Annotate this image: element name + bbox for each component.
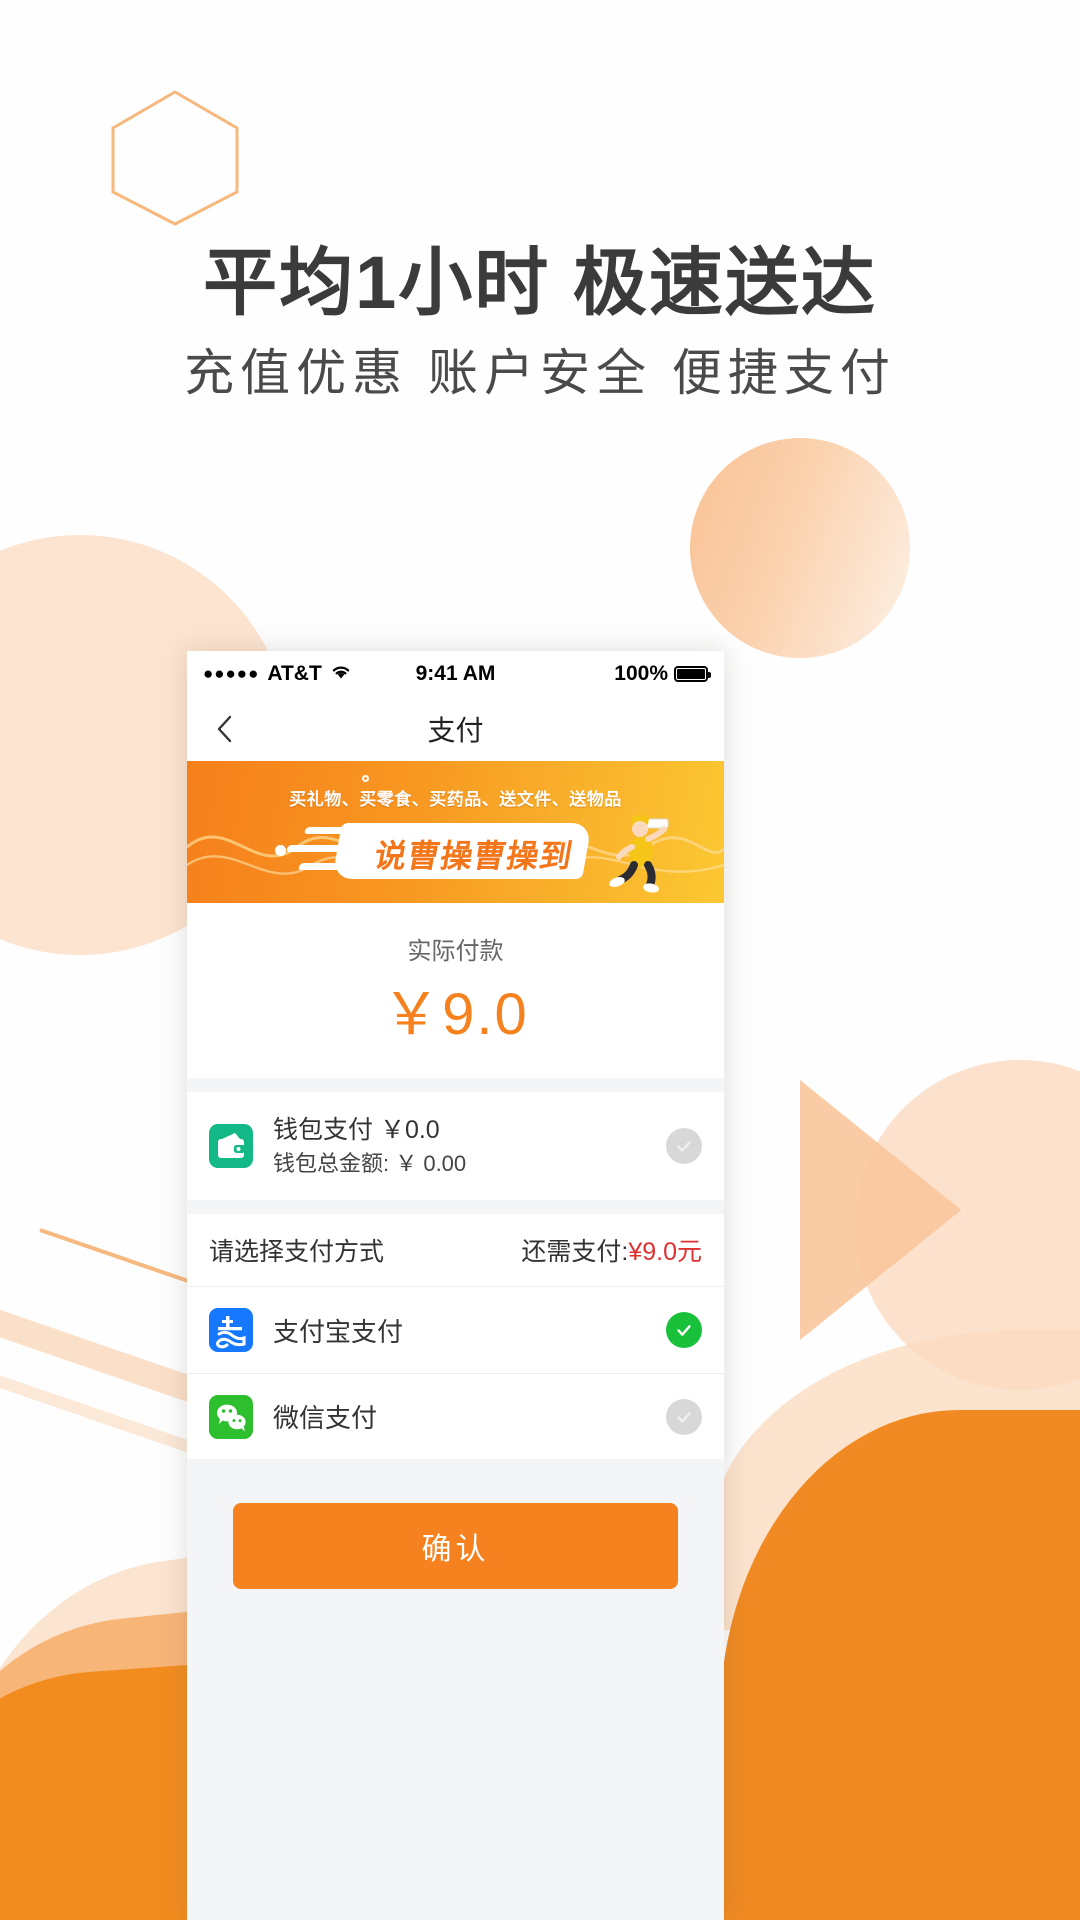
page-title: 支付 — [427, 715, 484, 746]
decor-circle-right — [690, 438, 910, 658]
amount-value: ￥9.0 — [382, 982, 529, 1047]
amount-label: 实际付款 — [407, 938, 504, 965]
check-icon — [677, 1141, 691, 1152]
hexagon-outline-decoration — [105, 88, 245, 228]
payment-methods-label: 请选择支付方式 — [209, 1238, 385, 1266]
chevron-left-icon — [217, 715, 232, 743]
wechat-checkbox[interactable] — [666, 1398, 702, 1435]
battery-percent-label: 100% — [614, 662, 668, 685]
battery-icon — [674, 666, 711, 682]
remaining-prefix: 还需支付: — [521, 1238, 629, 1266]
status-bar: ●●●●● AT&T 9:41 AM 100% — [187, 651, 724, 697]
payment-method-alipay[interactable]: 支付宝支付 — [187, 1287, 724, 1373]
banner-top-text: 买礼物、买零食、买药品、送文件、送物品 — [289, 790, 622, 809]
promo-subheadline: 充值优惠 账户安全 便捷支付 — [184, 345, 896, 401]
check-icon — [677, 1325, 691, 1336]
promo-banner[interactable]: 买礼物、买零食、买药品、送文件、送物品 说曹操曹操到 — [187, 761, 724, 903]
remaining-amount-group: 还需支付:¥9.0元 — [521, 1232, 702, 1268]
wechat-label: 微信支付 — [273, 1403, 378, 1433]
signal-dots-icon: ●●●●● — [203, 664, 260, 683]
payment-methods-header: 请选择支付方式 还需支付:¥9.0元 — [187, 1214, 724, 1287]
check-icon — [677, 1411, 691, 1423]
phone-mockup: ●●●●● AT&T 9:41 AM 100% 支付 买礼物、买零食、买药品、送… — [187, 651, 724, 1920]
confirm-button-area: 确认 — [187, 1459, 724, 1920]
back-button[interactable] — [209, 714, 239, 744]
section-divider-2 — [187, 1200, 724, 1214]
carrier-label: AT&T — [267, 662, 322, 685]
payment-method-wechat[interactable]: 微信支付 — [187, 1373, 724, 1459]
nav-bar: 支付 — [187, 697, 724, 761]
status-time: 9:41 AM — [415, 662, 496, 685]
courier-runner-illustration — [609, 814, 669, 893]
promo-headline: 平均1小时 极速送达 — [203, 241, 877, 324]
banner-spark-dot — [275, 845, 286, 856]
banner-dot-decoration — [362, 775, 369, 782]
section-divider-1 — [187, 1078, 724, 1092]
wallet-balance: 钱包总金额: ￥ 0.00 — [273, 1150, 467, 1176]
alipay-checkbox[interactable] — [666, 1312, 702, 1348]
alipay-icon — [209, 1308, 253, 1352]
wallet-title: 钱包支付 ￥0.0 — [273, 1115, 440, 1144]
confirm-button[interactable]: 确认 — [233, 1503, 678, 1589]
alipay-label: 支付宝支付 — [273, 1316, 404, 1347]
wallet-checkbox[interactable] — [666, 1128, 702, 1164]
wallet-payment-row[interactable]: 钱包支付 ￥0.0 钱包总金额: ￥ 0.00 — [187, 1092, 724, 1200]
wifi-icon — [330, 662, 352, 686]
wechat-icon — [209, 1394, 253, 1439]
wallet-icon — [209, 1124, 253, 1168]
amount-card: 实际付款 ￥9.0 — [187, 903, 724, 1078]
remaining-amount: ¥9.0元 — [628, 1238, 702, 1266]
banner-main-text: 说曹操曹操到 — [371, 838, 576, 874]
